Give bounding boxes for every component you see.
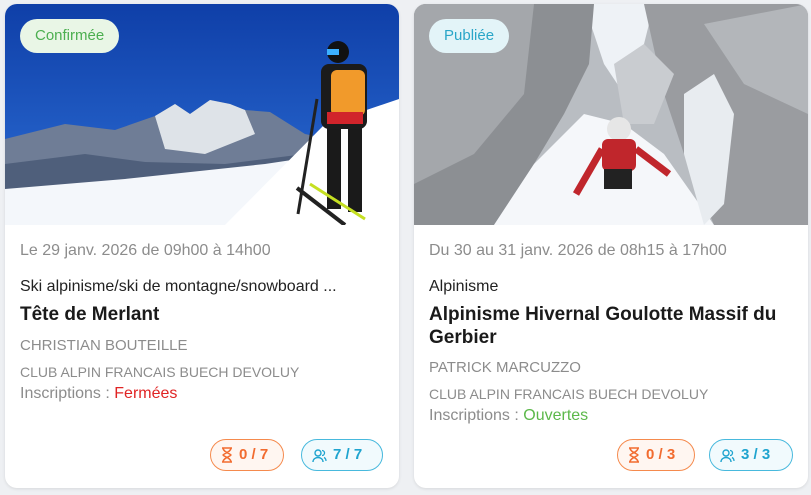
inscriptions-label: Inscriptions : <box>20 385 115 402</box>
status-badge: Confirmée <box>20 19 120 53</box>
inscriptions-status: Inscriptions : Ouvertes <box>429 407 796 425</box>
inscriptions-value: Fermées <box>114 385 178 402</box>
outing-leader: PATRICK MARCUZZO <box>429 359 581 376</box>
inscriptions-status: Inscriptions : Fermées <box>20 385 387 403</box>
outing-card[interactable]: Confirmée Le 29 janv. 2026 de 09h00 à 14… <box>5 4 399 488</box>
waitlist-count: 0 / 3 <box>646 446 676 463</box>
registered-counter[interactable]: 3 / 3 <box>709 439 793 471</box>
outing-activity: Ski alpinisme/ski de montagne/snowboard … <box>20 278 337 295</box>
outing-date: Le 29 janv. 2026 de 09h00 à 14h00 <box>20 242 271 259</box>
outing-date: Du 30 au 31 janv. 2026 de 08h15 à 17h00 <box>429 242 727 259</box>
registered-count: 3 / 3 <box>741 446 771 463</box>
outing-leader: CHRISTIAN BOUTEILLE <box>20 337 188 354</box>
waitlist-counter[interactable]: 0 / 3 <box>617 439 695 471</box>
status-badge: Publiée <box>429 19 510 53</box>
registered-count: 7 / 7 <box>333 446 363 463</box>
users-icon <box>720 448 735 462</box>
inscriptions-value: Ouvertes <box>523 407 589 424</box>
registered-counter[interactable]: 7 / 7 <box>301 439 383 471</box>
hourglass-icon <box>629 447 639 463</box>
outing-activity: Alpinisme <box>429 278 499 295</box>
hourglass-icon <box>222 447 232 463</box>
inscriptions-label: Inscriptions : <box>429 407 524 424</box>
waitlist-count: 0 / 7 <box>239 446 269 463</box>
outing-title[interactable]: Alpinisme Hivernal Goulotte Massif du Ge… <box>429 303 796 349</box>
outing-club: CLUB ALPIN FRANCAIS BUECH DEVOLUY <box>20 364 300 380</box>
outing-title[interactable]: Tête de Merlant <box>20 303 387 326</box>
outing-card[interactable]: Publiée Du 30 au 31 janv. 2026 de 08h15 … <box>414 4 808 488</box>
waitlist-counter[interactable]: 0 / 7 <box>210 439 284 471</box>
users-icon <box>312 448 327 462</box>
outing-club: CLUB ALPIN FRANCAIS BUECH DEVOLUY <box>429 386 709 402</box>
